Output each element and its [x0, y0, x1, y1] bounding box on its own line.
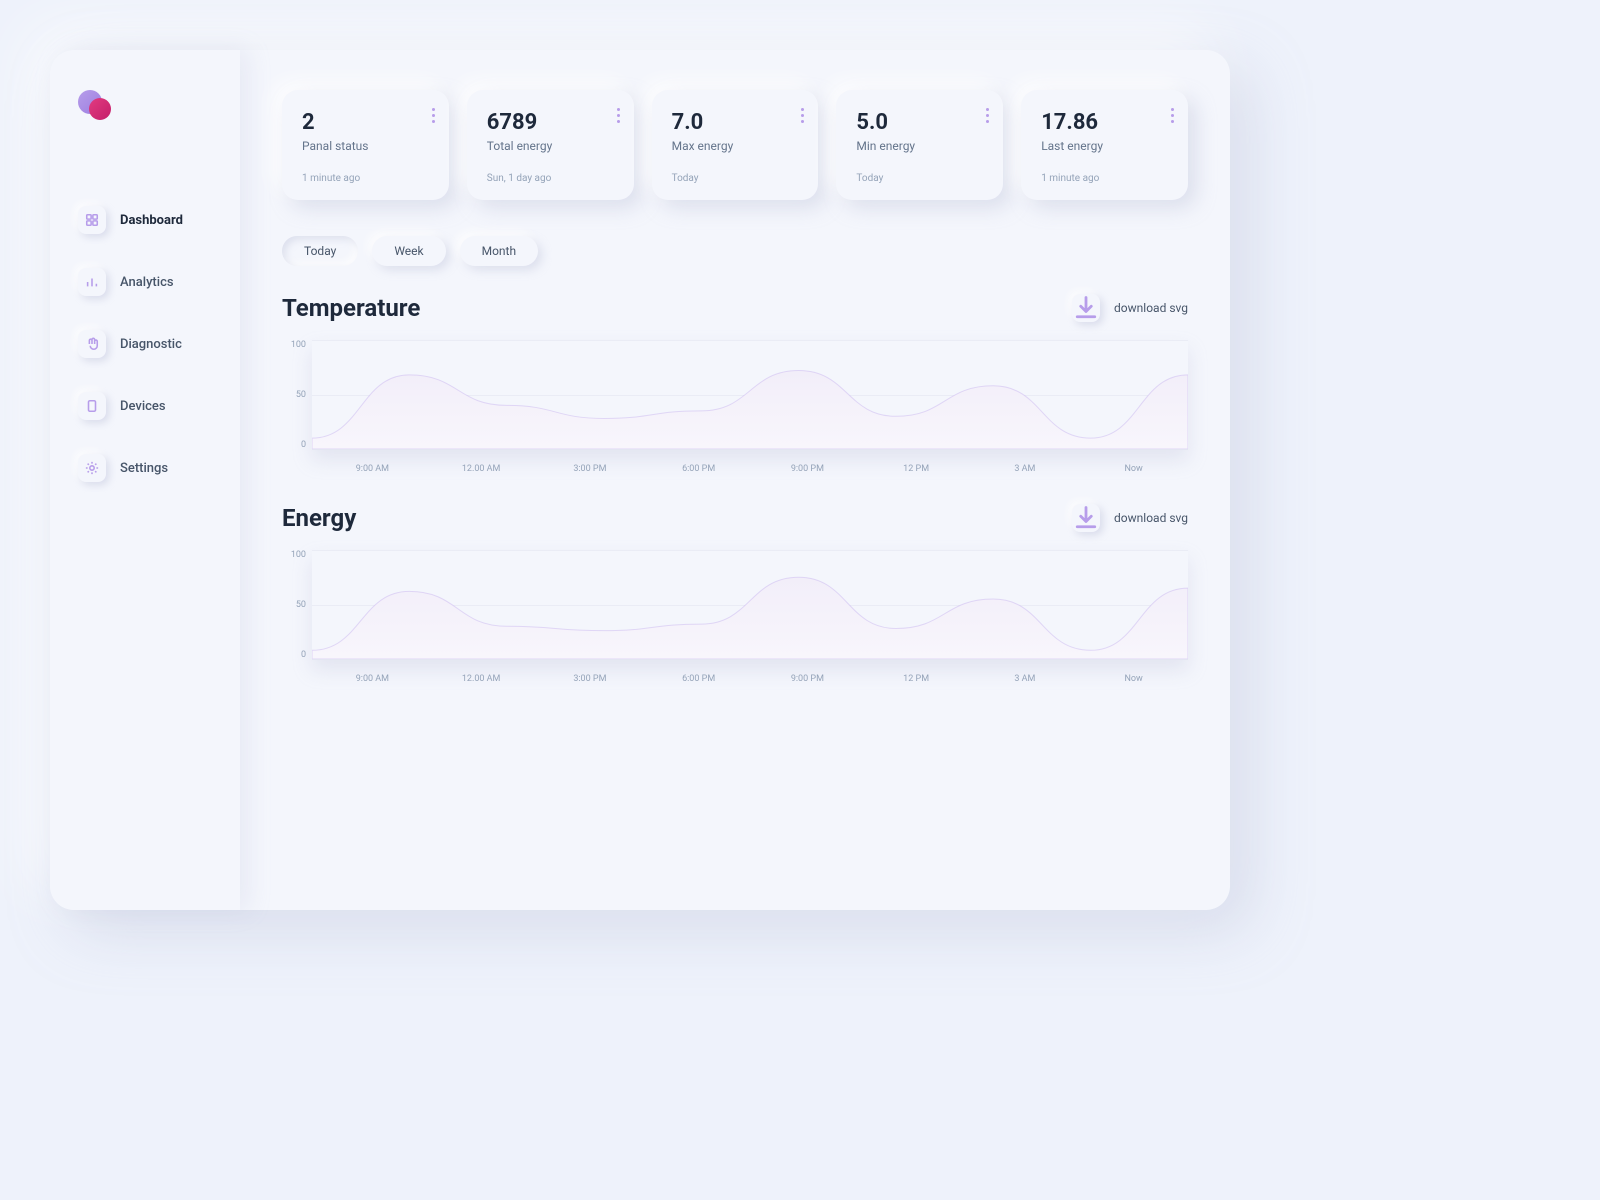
card-menu-icon[interactable]: [617, 108, 620, 126]
stat-card: 6789 Total energy Sun, 1 day ago: [467, 90, 634, 200]
card-label: Total energy: [487, 139, 614, 153]
card-timestamp: 1 minute ago: [302, 173, 429, 184]
card-timestamp: Today: [856, 173, 983, 184]
logo: [78, 90, 114, 126]
x-tick: 9:00 AM: [318, 674, 427, 684]
device-icon: [78, 392, 106, 420]
download-label: download svg: [1114, 301, 1188, 315]
chart-title: Temperature: [282, 294, 420, 322]
y-axis: 100 50 0: [282, 340, 306, 450]
card-menu-icon[interactable]: [801, 108, 804, 126]
sidebar-item-dashboard[interactable]: Dashboard: [72, 196, 222, 244]
stat-card: 7.0 Max energy Today: [652, 90, 819, 200]
card-label: Max energy: [672, 139, 799, 153]
card-value: 7.0: [672, 110, 799, 135]
y-tick: 0: [282, 440, 306, 450]
bars-icon: [78, 268, 106, 296]
x-tick: 3:00 PM: [536, 464, 645, 474]
sidebar: Dashboard Analytics Diagnostic Devices S…: [50, 50, 240, 910]
y-tick: 100: [282, 340, 306, 350]
gear-icon: [78, 454, 106, 482]
sidebar-item-label: Devices: [120, 399, 166, 414]
card-label: Min energy: [856, 139, 983, 153]
x-tick: 12 PM: [862, 674, 971, 684]
x-tick: 9:00 AM: [318, 464, 427, 474]
x-tick: 6:00 PM: [644, 674, 753, 684]
chart-energy: Energy download svg 100 50 0: [282, 504, 1188, 684]
chart-plot: [312, 340, 1188, 450]
x-tick: 3 AM: [971, 674, 1080, 684]
sidebar-item-label: Dashboard: [120, 213, 183, 228]
app-window: Dashboard Analytics Diagnostic Devices S…: [50, 50, 1230, 910]
x-tick: 12.00 AM: [427, 464, 536, 474]
stat-card: 2 Panal status 1 minute ago: [282, 90, 449, 200]
grid-icon: [78, 206, 106, 234]
y-tick: 50: [282, 600, 306, 610]
main-content: 2 Panal status 1 minute ago 6789 Total e…: [240, 50, 1230, 910]
sidebar-item-label: Diagnostic: [120, 337, 182, 352]
filter-today[interactable]: Today: [282, 236, 358, 266]
download-icon: [1072, 504, 1100, 532]
y-tick: 100: [282, 550, 306, 560]
stat-cards-row: 2 Panal status 1 minute ago 6789 Total e…: [282, 90, 1188, 200]
filter-week[interactable]: Week: [372, 236, 445, 266]
download-svg-button[interactable]: download svg: [1072, 504, 1188, 532]
card-menu-icon[interactable]: [432, 108, 435, 126]
x-tick: 12.00 AM: [427, 674, 536, 684]
card-timestamp: Today: [672, 173, 799, 184]
download-label: download svg: [1114, 511, 1188, 525]
x-tick: 3 AM: [971, 464, 1080, 474]
stat-card: 5.0 Min energy Today: [836, 90, 1003, 200]
card-value: 17.86: [1041, 110, 1168, 135]
card-menu-icon[interactable]: [986, 108, 989, 126]
card-value: 6789: [487, 110, 614, 135]
sidebar-item-analytics[interactable]: Analytics: [72, 258, 222, 306]
chart-title: Energy: [282, 504, 356, 532]
filter-month[interactable]: Month: [460, 236, 538, 266]
x-tick: Now: [1079, 674, 1188, 684]
sidebar-item-label: Settings: [120, 461, 168, 476]
card-menu-icon[interactable]: [1171, 108, 1174, 126]
hand-icon: [78, 330, 106, 358]
sidebar-item-label: Analytics: [120, 275, 174, 290]
stat-card: 17.86 Last energy 1 minute ago: [1021, 90, 1188, 200]
card-timestamp: 1 minute ago: [1041, 173, 1168, 184]
card-label: Panal status: [302, 139, 429, 153]
x-tick: 9:00 PM: [753, 464, 862, 474]
card-timestamp: Sun, 1 day ago: [487, 173, 614, 184]
download-icon: [1072, 294, 1100, 322]
x-tick: 6:00 PM: [644, 464, 753, 474]
y-axis: 100 50 0: [282, 550, 306, 660]
x-tick: 9:00 PM: [753, 674, 862, 684]
time-filters: Today Week Month: [282, 236, 1188, 266]
x-axis: 9:00 AM12.00 AM3:00 PM6:00 PM9:00 PM12 P…: [312, 674, 1188, 684]
sidebar-item-diagnostic[interactable]: Diagnostic: [72, 320, 222, 368]
chart-plot: [312, 550, 1188, 660]
x-tick: 3:00 PM: [536, 674, 645, 684]
download-svg-button[interactable]: download svg: [1072, 294, 1188, 322]
card-label: Last energy: [1041, 139, 1168, 153]
y-tick: 50: [282, 390, 306, 400]
x-axis: 9:00 AM12.00 AM3:00 PM6:00 PM9:00 PM12 P…: [312, 464, 1188, 474]
x-tick: Now: [1079, 464, 1188, 474]
card-value: 2: [302, 110, 429, 135]
chart-temperature: Temperature download svg 100 50 0: [282, 294, 1188, 474]
y-tick: 0: [282, 650, 306, 660]
sidebar-item-settings[interactable]: Settings: [72, 444, 222, 492]
card-value: 5.0: [856, 110, 983, 135]
sidebar-item-devices[interactable]: Devices: [72, 382, 222, 430]
x-tick: 12 PM: [862, 464, 971, 474]
